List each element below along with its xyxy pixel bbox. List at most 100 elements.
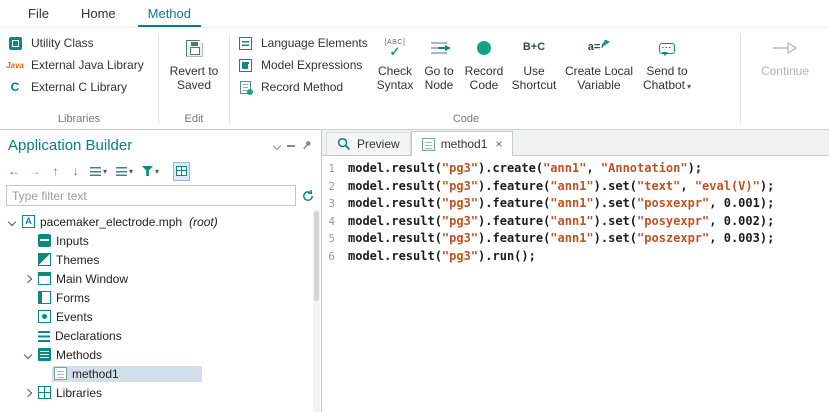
tab-preview[interactable]: Preview (326, 132, 411, 155)
libraries-group: Utility Class Java External Java Library… (0, 28, 158, 129)
expand-tree-button[interactable]: ▾ (113, 162, 136, 181)
revert-to-saved-icon (186, 40, 203, 57)
check-syntax-icon: [ABC] ✓ (385, 39, 406, 58)
edit-group: Revert to Saved Edit (159, 28, 229, 129)
continue-group: Continue (741, 28, 829, 129)
panel-pin-icon[interactable] (302, 140, 313, 151)
tree-chevron-down-icon[interactable] (8, 217, 16, 225)
language-elements-button[interactable]: Language Elements (236, 36, 372, 50)
filter-input[interactable] (6, 185, 296, 206)
external-c-library-button[interactable]: C External C Library (6, 80, 152, 94)
tree-item-label: Declarations (55, 329, 122, 343)
code-line[interactable]: 1model.result("pg3").create("ann1", "Ann… (322, 160, 829, 178)
ribbon: File Home Method Utility Class Java Exte… (0, 0, 829, 130)
tree-scrollbar[interactable] (313, 209, 320, 412)
forward-button[interactable]: → (26, 162, 44, 181)
utility-class-button[interactable]: Utility Class (6, 36, 152, 50)
panel-menu-chevron-icon[interactable] (273, 141, 281, 149)
tree-item-root[interactable]: pacemaker_electrode.mph(root) (0, 212, 321, 231)
tree-item-label: Methods (56, 348, 102, 362)
tree-chevron-right-icon[interactable] (24, 388, 32, 396)
code-line[interactable]: 2model.result("pg3").feature("ann1").set… (322, 178, 829, 196)
tree-item-methods[interactable]: Methods (0, 345, 321, 364)
ribbon-body: Utility Class Java External Java Library… (0, 28, 829, 129)
tab-file[interactable]: File (12, 0, 65, 27)
line-number[interactable]: 4 (322, 213, 348, 231)
back-button[interactable]: ← (5, 162, 23, 181)
record-code-button[interactable]: Record Code (460, 30, 508, 94)
send-to-chatbot-label: Send to Chatbot (643, 64, 688, 92)
line-number[interactable]: 3 (322, 195, 348, 213)
preview-magnifier-icon (337, 137, 351, 151)
tree-item-events[interactable]: Events (0, 307, 321, 326)
chevron-down-icon[interactable]: ▾ (687, 82, 691, 91)
line-number[interactable]: 5 (322, 230, 348, 248)
application-builder-header: Application Builder (0, 130, 321, 157)
tree-item-label: Themes (56, 253, 99, 267)
tree-item-libraries[interactable]: Libraries (0, 383, 321, 402)
revert-to-saved-button[interactable]: Revert to Saved (165, 30, 223, 93)
tab-method[interactable]: Method (132, 0, 207, 27)
libraries-group-label: Libraries (6, 111, 152, 129)
tree-item-label: Inputs (56, 234, 89, 248)
code-group: Language Elements Model Expressions Reco… (230, 28, 702, 129)
model-expressions-button[interactable]: Model Expressions (236, 58, 372, 72)
tree-item-forms[interactable]: Forms (0, 288, 321, 307)
close-tab-icon[interactable]: × (495, 137, 502, 151)
method-editor: Preview method1 × 1model.result("pg3").c… (322, 130, 829, 412)
external-java-library-button[interactable]: Java External Java Library (6, 58, 152, 72)
tree-item-main-window[interactable]: Main Window (0, 269, 321, 288)
application-builder-toolbar: ← → ↑ ↓ ▾ ▾ ▾ (0, 157, 321, 184)
method-doc-icon (422, 138, 435, 151)
line-number[interactable]: 6 (322, 248, 348, 266)
use-shortcut-button[interactable]: B+C Use Shortcut (508, 30, 560, 94)
tree-item-inputs[interactable]: Inputs (0, 231, 321, 250)
tree-chevron-down-icon[interactable] (24, 350, 32, 358)
editor-tab-bar: Preview method1 × (322, 130, 829, 156)
code-line[interactable]: 6model.result("pg3").run(); (322, 248, 829, 266)
events-icon (38, 310, 51, 323)
refresh-icon[interactable] (301, 189, 315, 203)
continue-button[interactable]: Continue (750, 30, 820, 78)
code-line[interactable]: 3model.result("pg3").feature("ann1").set… (322, 195, 829, 213)
code-line[interactable]: 4model.result("pg3").feature("ann1").set… (322, 213, 829, 231)
code-text: model.result("pg3").feature("ann1").set(… (348, 230, 774, 248)
create-local-variable-label: Create Local Variable (564, 64, 634, 93)
tree-item-declarations[interactable]: Declarations (0, 326, 321, 345)
external-c-library-label: External C Library (31, 80, 127, 94)
language-elements-label: Language Elements (261, 36, 368, 50)
move-up-button[interactable]: ↑ (47, 162, 64, 181)
tab-preview-label: Preview (357, 137, 400, 151)
tab-method1[interactable]: method1 × (411, 131, 514, 156)
tree-item-label: Forms (56, 291, 90, 305)
line-number[interactable]: 2 (322, 178, 348, 196)
tree-item-themes[interactable]: Themes (0, 250, 321, 269)
tab-home[interactable]: Home (65, 0, 132, 27)
filter-menu-button[interactable]: ▾ (139, 162, 162, 181)
external-java-library-label: External Java Library (31, 58, 144, 72)
tree-chevron-right-icon[interactable] (24, 274, 32, 282)
line-number[interactable]: 1 (322, 160, 348, 178)
main-area: Application Builder ← → ↑ ↓ ▾ ▾ ▾ pacema… (0, 130, 829, 412)
language-elements-icon (239, 37, 252, 50)
code-editor-lines[interactable]: 1model.result("pg3").create("ann1", "Ann… (322, 156, 829, 412)
panel-minimize-icon[interactable] (287, 145, 295, 147)
code-text: model.result("pg3").feature("ann1").set(… (348, 178, 774, 196)
tree-scrollbar-thumb[interactable] (314, 211, 319, 301)
record-method-icon (240, 81, 251, 94)
utility-class-icon (9, 37, 22, 50)
show-all-toggle-button[interactable] (173, 162, 190, 181)
check-syntax-button[interactable]: [ABC] ✓ Check Syntax (372, 30, 418, 94)
move-down-button[interactable]: ↓ (67, 162, 84, 181)
send-to-chatbot-button[interactable]: Send to Chatbot▾ (638, 30, 696, 94)
revert-to-saved-label: Revert to Saved (169, 64, 219, 93)
record-method-button[interactable]: Record Method (236, 80, 372, 94)
create-local-variable-button[interactable]: a= Create Local Variable (560, 30, 638, 94)
code-text: model.result("pg3").feature("ann1").set(… (348, 213, 774, 231)
code-line[interactable]: 5model.result("pg3").feature("ann1").set… (322, 230, 829, 248)
go-to-node-button[interactable]: Go to Node (418, 30, 460, 94)
collapse-tree-button[interactable]: ▾ (87, 162, 110, 181)
model-expressions-icon (239, 59, 252, 72)
tree-item-method1[interactable]: method1 (0, 364, 321, 383)
code-text: model.result("pg3").create("ann1", "Anno… (348, 160, 702, 178)
